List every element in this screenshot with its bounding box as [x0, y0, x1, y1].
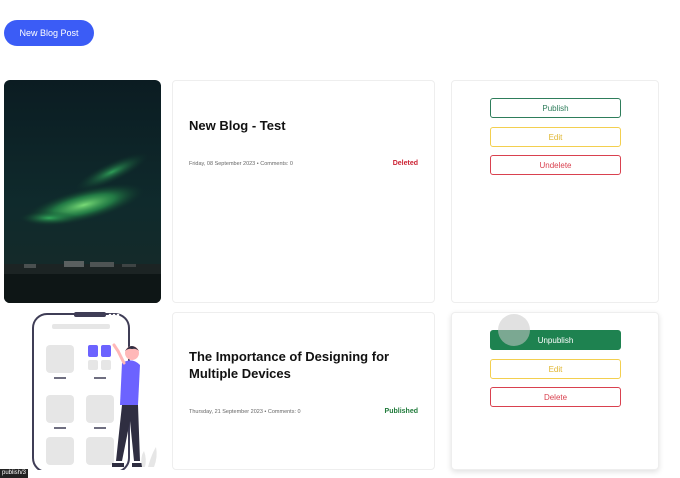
link-url-statusbar: publish/3: [0, 469, 29, 478]
edit-button[interactable]: Edit: [490, 127, 621, 147]
delete-button[interactable]: Delete: [490, 387, 621, 407]
new-blog-post-button[interactable]: New Blog Post: [4, 20, 94, 46]
post-title[interactable]: New Blog - Test: [189, 117, 418, 134]
post-meta: Friday, 08 September 2023 • Comments: 0: [189, 161, 293, 167]
post-meta: Thursday, 21 September 2023 • Comments: …: [189, 409, 301, 415]
undelete-button[interactable]: Undelete: [490, 155, 621, 175]
post-card[interactable]: The Importance of Designing for Multiple…: [172, 312, 435, 470]
publish-button[interactable]: Publish: [490, 98, 621, 118]
post-thumbnail-devices-illustration: [4, 311, 161, 470]
post-actions-panel: Publish Edit Undelete: [451, 80, 659, 303]
post-actions-panel: Unpublish Edit Delete: [451, 312, 659, 470]
status-badge: Deleted: [392, 160, 418, 167]
edit-button[interactable]: Edit: [490, 359, 621, 379]
click-ripple-indicator: [498, 314, 530, 346]
post-title[interactable]: The Importance of Designing for Multiple…: [189, 348, 418, 382]
blog-admin-page: New Blog Post New Blog - Test Friday, 08…: [0, 0, 680, 478]
post-card[interactable]: New Blog - Test Friday, 08 September 202…: [172, 80, 435, 303]
status-badge: Published: [384, 408, 418, 415]
post-thumbnail-aurora: [4, 80, 161, 303]
